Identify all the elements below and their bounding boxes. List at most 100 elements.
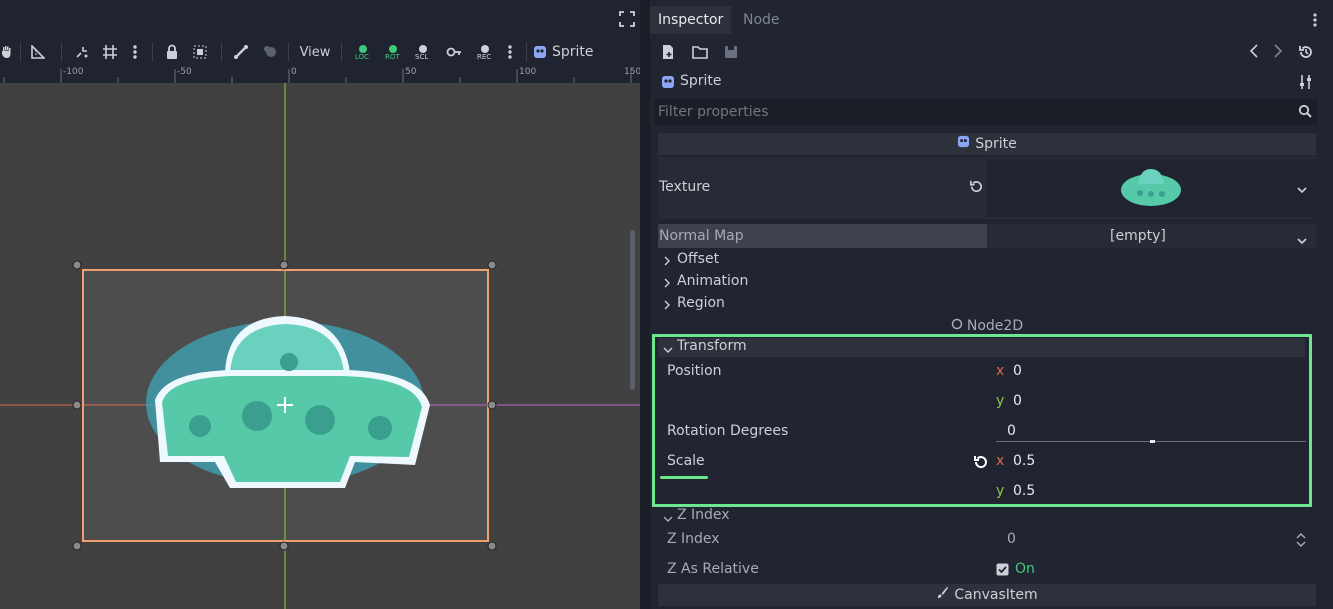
grid-snap-icon[interactable]	[96, 37, 124, 67]
section-offset[interactable]: Offset	[658, 250, 1316, 270]
axis-y-label: y	[996, 483, 1005, 499]
save-icon[interactable]	[724, 45, 738, 63]
animation-options-icon[interactable]	[500, 37, 520, 67]
group-icon[interactable]	[185, 37, 215, 67]
rotation-slider-grabber[interactable]	[1150, 440, 1155, 443]
category-canvasitem-label: CanvasItem	[954, 587, 1038, 603]
revert-icon[interactable]	[968, 179, 983, 198]
filter-properties-input[interactable]	[658, 100, 1288, 124]
section-label: Region	[677, 295, 725, 311]
chevron-down-icon	[663, 512, 673, 528]
sprite-category-icon	[957, 133, 970, 155]
snap-options-icon[interactable]	[124, 37, 146, 67]
chevron-right-icon	[663, 298, 671, 314]
search-icon	[1298, 104, 1312, 122]
pan-tool-icon[interactable]	[0, 37, 14, 67]
scale-y-field[interactable]: y 0.5	[991, 480, 1306, 502]
svg-text:SCL: SCL	[415, 53, 428, 60]
new-resource-icon[interactable]	[661, 44, 675, 64]
zindex-value: 0	[1007, 531, 1016, 547]
key-rotation-icon[interactable]: ROT	[378, 37, 408, 67]
spinner-icon[interactable]	[1296, 533, 1306, 551]
normal-map-value: [empty]	[1110, 228, 1166, 244]
object-tools-icon[interactable]	[1299, 74, 1313, 94]
ruler-tick: -50	[177, 67, 192, 77]
tab-node[interactable]: Node	[735, 6, 788, 34]
paint-brush-icon	[936, 584, 949, 606]
z-relative-value: On	[1015, 561, 1035, 577]
rotation-value: 0	[1007, 423, 1016, 439]
dock-menu-icon[interactable]	[1313, 12, 1317, 32]
section-label: Z Index	[677, 507, 730, 523]
auto-key-icon[interactable]: REC	[470, 37, 500, 67]
svg-text:LOC: LOC	[355, 53, 369, 60]
property-label: Position	[667, 363, 722, 379]
viewport-vertical-scrollbar[interactable]	[630, 230, 635, 390]
skeleton-bone-icon[interactable]	[228, 37, 254, 67]
property-label: Scale	[667, 453, 705, 469]
svg-text:ROT: ROT	[385, 53, 400, 60]
checkbox-checked-icon	[996, 563, 1009, 580]
scale-x-field[interactable]: x 0.5	[991, 450, 1306, 476]
history-icon[interactable]	[1298, 44, 1314, 64]
sprite-node-icon	[533, 45, 547, 59]
rotation-slider-field[interactable]: 0	[996, 420, 1306, 444]
open-folder-icon[interactable]	[692, 45, 708, 63]
ruler-tick: 0	[291, 67, 297, 77]
category-sprite: Sprite	[658, 133, 1316, 155]
section-transform[interactable]: Transform	[658, 338, 1305, 357]
property-label: Normal Map	[659, 228, 744, 244]
object-name[interactable]: Sprite	[680, 73, 722, 89]
svg-text:REC: REC	[477, 53, 491, 60]
chevron-down-icon	[663, 343, 673, 359]
lock-icon[interactable]	[159, 37, 185, 67]
axis-x-label: x	[996, 363, 1005, 379]
axis-x-label: x	[996, 453, 1005, 469]
z-relative-checkbox[interactable]: On	[991, 558, 1316, 582]
revert-icon[interactable]	[972, 454, 988, 474]
panel-splitter[interactable]	[640, 0, 650, 609]
section-animation[interactable]: Animation	[658, 272, 1316, 292]
ruler-tick: 150	[624, 67, 642, 77]
chevron-down-icon[interactable]	[1297, 182, 1307, 198]
view-menu[interactable]: View	[295, 37, 335, 67]
texture-thumbnail-icon	[1118, 166, 1184, 214]
viewport-top-bar	[0, 0, 640, 37]
property-label: Rotation Degrees	[667, 423, 789, 439]
category-sprite-label: Sprite	[975, 136, 1017, 152]
section-label: Offset	[677, 251, 720, 267]
particles-icon[interactable]	[254, 37, 288, 67]
section-region[interactable]: Region	[658, 294, 1316, 314]
tab-inspector[interactable]: Inspector	[650, 6, 732, 34]
fullscreen-icon[interactable]	[619, 11, 635, 31]
scene-canvas[interactable]	[0, 83, 640, 609]
scale-x-value: 0.5	[1013, 453, 1036, 469]
insert-key-icon[interactable]	[438, 37, 470, 67]
section-label: Transform	[677, 338, 747, 354]
node2d-icon	[951, 317, 963, 335]
sprite-menu[interactable]: Sprite	[533, 37, 597, 67]
position-x-value: 0	[1013, 363, 1022, 379]
section-zindex[interactable]: Z Index	[658, 506, 1316, 526]
zindex-spinbox[interactable]: 0	[991, 528, 1316, 552]
category-node2d: Node2D	[658, 317, 1316, 335]
viewport-toolbar: View LOC ROT SCL REC Sprite	[0, 37, 640, 67]
ruler-tick: 50	[405, 67, 417, 77]
chevron-down-icon[interactable]	[1297, 233, 1307, 249]
chevron-right-icon	[663, 254, 671, 270]
section-label: Animation	[677, 273, 749, 289]
history-back-icon[interactable]	[1249, 44, 1259, 62]
ruler-tool-icon[interactable]	[27, 37, 49, 67]
key-location-icon[interactable]: LOC	[348, 37, 378, 67]
history-forward-icon[interactable]	[1273, 44, 1283, 62]
category-canvasitem: CanvasItem	[658, 584, 1316, 606]
position-y-field[interactable]: y 0	[991, 390, 1306, 416]
property-label: Z Index	[667, 531, 720, 547]
key-scale-icon[interactable]: SCL	[408, 37, 438, 67]
sprite-menu-label: Sprite	[552, 44, 594, 60]
property-label: Z As Relative	[667, 561, 759, 577]
smart-snap-icon[interactable]	[68, 37, 96, 67]
scale-y-value: 0.5	[1013, 483, 1036, 499]
position-x-field[interactable]: x 0	[991, 360, 1306, 386]
chevron-right-icon	[663, 276, 671, 292]
